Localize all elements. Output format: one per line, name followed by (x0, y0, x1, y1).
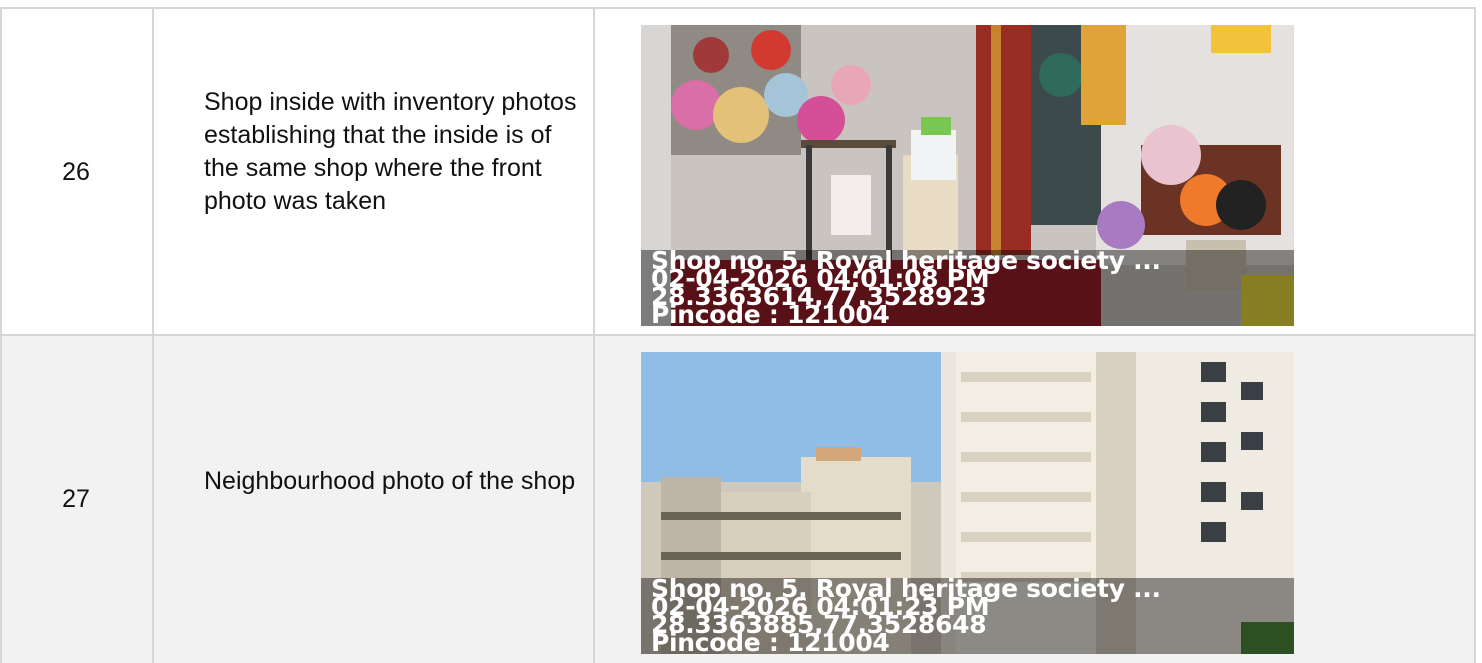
photo-geotag-stamp: Shop no. 5, Royal heritage society ... 0… (641, 248, 1294, 326)
row-description: Neighbourhood photo of the shop (204, 467, 576, 495)
row-divider (0, 334, 1476, 336)
table-row: 27 Neighbourhood photo of the shop Shop … (0, 335, 1476, 663)
column-divider (1474, 8, 1476, 663)
column-divider (593, 8, 595, 663)
column-divider (0, 8, 2, 663)
neighbourhood-photo[interactable]: Shop no. 5, Royal heritage society ... 0… (641, 352, 1294, 654)
row-number: 26 (62, 158, 90, 186)
table-row: 26 Shop inside with inventory photos est… (0, 8, 1476, 334)
photo-evidence-table: 26 Shop inside with inventory photos est… (0, 0, 1482, 663)
row-description: Shop inside with inventory photos establ… (204, 88, 577, 215)
table-border-top (0, 7, 1476, 9)
column-divider (152, 8, 154, 663)
shop-inside-photo[interactable]: Shop no. 5, Royal heritage society ... 0… (641, 25, 1294, 326)
row-number: 27 (62, 485, 90, 513)
photo-geotag-stamp: Shop no. 5, Royal heritage society ... 0… (641, 576, 1294, 654)
